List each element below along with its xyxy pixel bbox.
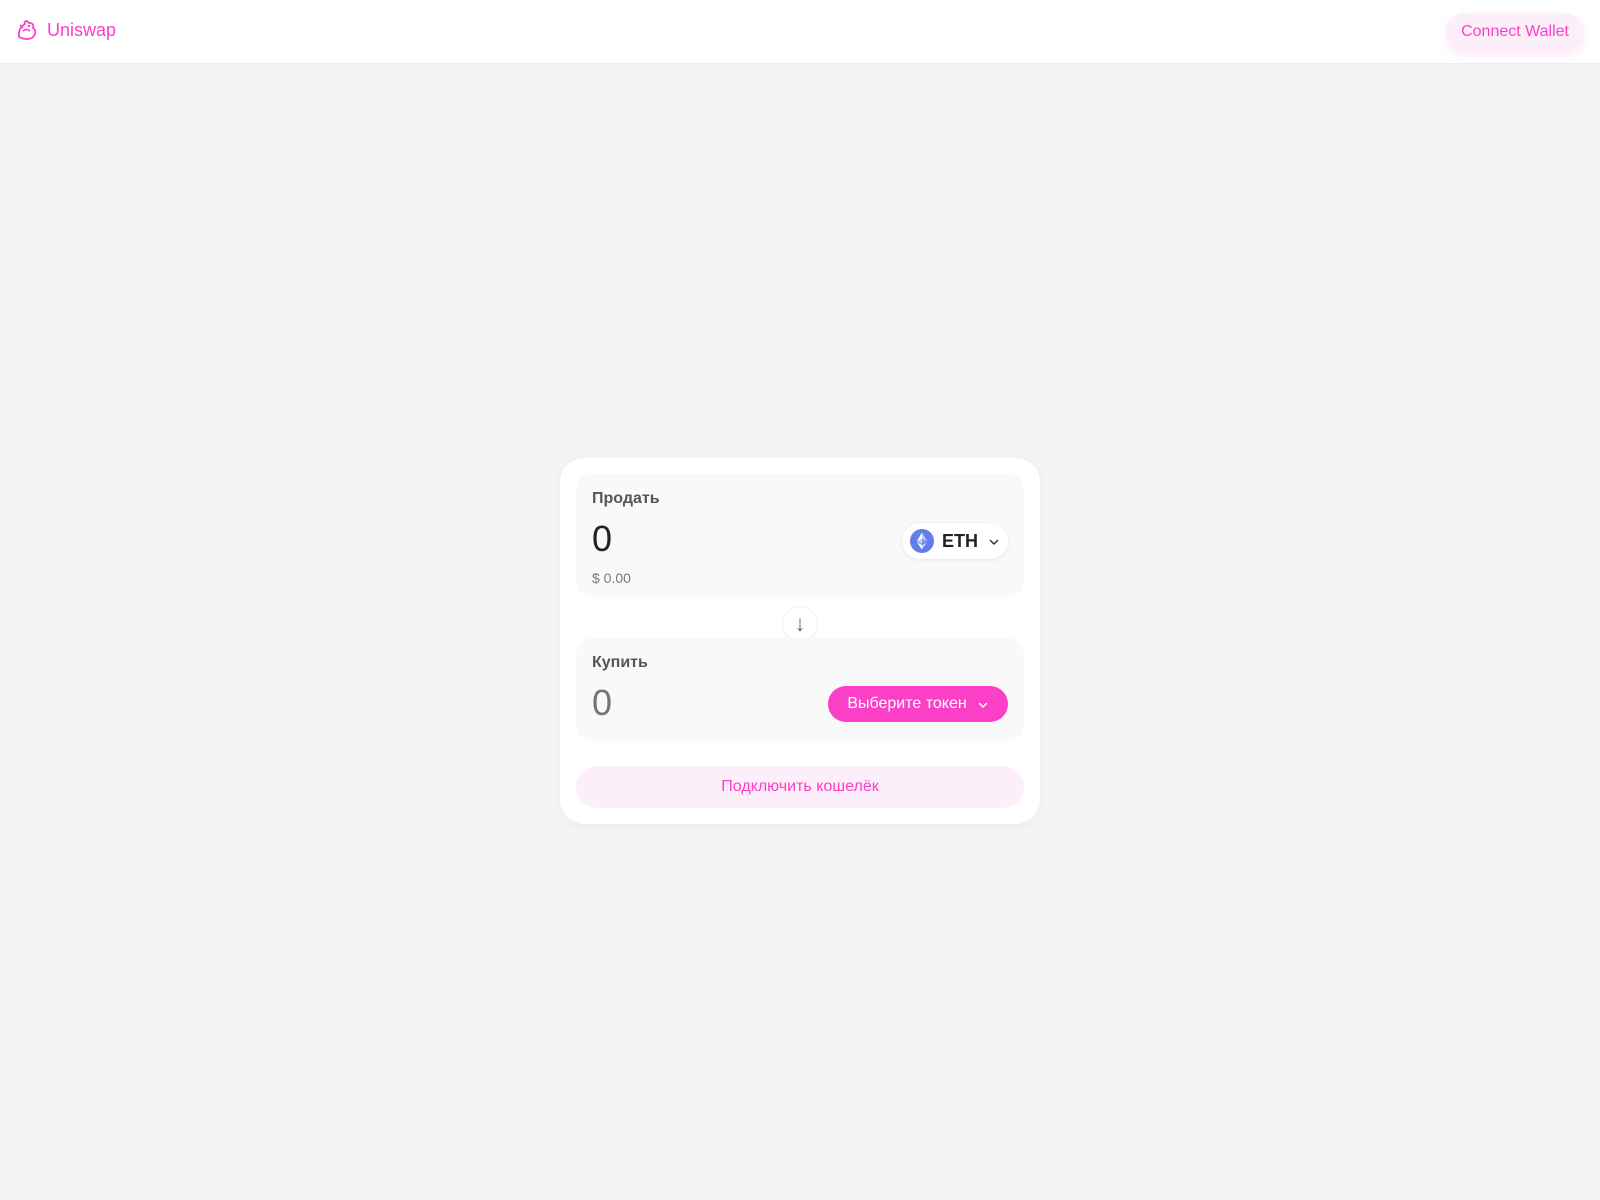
buy-panel: Купить Выберите токен: [576, 638, 1024, 741]
arrow-down-icon: ↓: [794, 611, 806, 636]
switch-tokens-button[interactable]: ↓: [782, 606, 818, 642]
sell-panel: Продать $ 0.00 ETH: [576, 474, 1024, 597]
buy-amount-input[interactable]: [592, 682, 842, 724]
brand-name: Uniswap: [47, 19, 117, 40]
sell-label: Продать: [592, 490, 660, 507]
buy-label: Купить: [592, 654, 648, 671]
select-token-button[interactable]: Выберите токен: [828, 686, 1008, 722]
chevron-down-icon: [988, 535, 1000, 547]
eth-icon: [910, 529, 934, 553]
sell-amount-input[interactable]: [592, 518, 842, 560]
brand[interactable]: Uniswap: [16, 19, 116, 41]
sell-usd-value: $ 0.00: [592, 570, 631, 586]
select-token-label: Выберите токен: [847, 695, 967, 712]
swap-card: Продать $ 0.00 ETH: [560, 458, 1040, 824]
sell-token-symbol: ETH: [942, 530, 978, 551]
uniswap-unicorn-icon: [16, 19, 38, 41]
top-bar: Uniswap Connect Wallet: [0, 0, 1600, 64]
sell-token-selector[interactable]: ETH: [902, 523, 1008, 559]
connect-wallet-button[interactable]: Connect Wallet: [1446, 13, 1584, 51]
connect-wallet-main-button[interactable]: Подключить кошелёк: [576, 766, 1024, 808]
chevron-down-icon: [977, 698, 989, 710]
